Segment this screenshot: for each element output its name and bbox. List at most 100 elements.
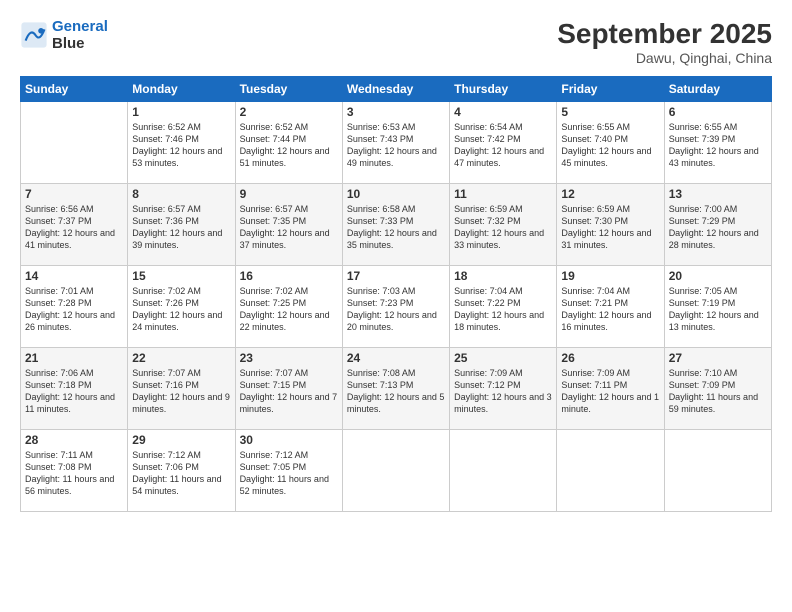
cell-info: Sunrise: 6:55 AMSunset: 7:39 PMDaylight:… xyxy=(669,121,767,170)
cell-info: Sunrise: 7:09 AMSunset: 7:12 PMDaylight:… xyxy=(454,367,552,416)
header: General Blue September 2025 Dawu, Qingha… xyxy=(20,18,772,66)
calendar-cell: 25 Sunrise: 7:09 AMSunset: 7:12 PMDaylig… xyxy=(450,348,557,430)
cell-info: Sunrise: 7:09 AMSunset: 7:11 PMDaylight:… xyxy=(561,367,659,416)
cell-info: Sunrise: 7:12 AMSunset: 7:06 PMDaylight:… xyxy=(132,449,230,498)
calendar-cell: 18 Sunrise: 7:04 AMSunset: 7:22 PMDaylig… xyxy=(450,266,557,348)
day-number: 17 xyxy=(347,269,445,283)
cell-info: Sunrise: 7:12 AMSunset: 7:05 PMDaylight:… xyxy=(240,449,338,498)
calendar-cell: 22 Sunrise: 7:07 AMSunset: 7:16 PMDaylig… xyxy=(128,348,235,430)
cell-info: Sunrise: 7:02 AMSunset: 7:25 PMDaylight:… xyxy=(240,285,338,334)
cell-info: Sunrise: 6:55 AMSunset: 7:40 PMDaylight:… xyxy=(561,121,659,170)
day-number: 24 xyxy=(347,351,445,365)
calendar-cell: 7 Sunrise: 6:56 AMSunset: 7:37 PMDayligh… xyxy=(21,184,128,266)
day-number: 18 xyxy=(454,269,552,283)
calendar-cell: 1 Sunrise: 6:52 AMSunset: 7:46 PMDayligh… xyxy=(128,102,235,184)
week-row-2: 7 Sunrise: 6:56 AMSunset: 7:37 PMDayligh… xyxy=(21,184,772,266)
week-row-3: 14 Sunrise: 7:01 AMSunset: 7:28 PMDaylig… xyxy=(21,266,772,348)
day-header-wednesday: Wednesday xyxy=(342,77,449,102)
calendar-cell xyxy=(342,430,449,512)
cell-info: Sunrise: 7:04 AMSunset: 7:22 PMDaylight:… xyxy=(454,285,552,334)
calendar-cell: 19 Sunrise: 7:04 AMSunset: 7:21 PMDaylig… xyxy=(557,266,664,348)
cell-info: Sunrise: 6:52 AMSunset: 7:46 PMDaylight:… xyxy=(132,121,230,170)
cell-info: Sunrise: 6:53 AMSunset: 7:43 PMDaylight:… xyxy=(347,121,445,170)
day-number: 14 xyxy=(25,269,123,283)
week-row-4: 21 Sunrise: 7:06 AMSunset: 7:18 PMDaylig… xyxy=(21,348,772,430)
calendar-cell: 29 Sunrise: 7:12 AMSunset: 7:06 PMDaylig… xyxy=(128,430,235,512)
calendar-cell: 10 Sunrise: 6:58 AMSunset: 7:33 PMDaylig… xyxy=(342,184,449,266)
cell-info: Sunrise: 7:03 AMSunset: 7:23 PMDaylight:… xyxy=(347,285,445,334)
cell-info: Sunrise: 7:07 AMSunset: 7:16 PMDaylight:… xyxy=(132,367,230,416)
calendar-cell: 26 Sunrise: 7:09 AMSunset: 7:11 PMDaylig… xyxy=(557,348,664,430)
day-number: 6 xyxy=(669,105,767,119)
day-header-monday: Monday xyxy=(128,77,235,102)
day-number: 2 xyxy=(240,105,338,119)
calendar-cell: 17 Sunrise: 7:03 AMSunset: 7:23 PMDaylig… xyxy=(342,266,449,348)
cell-info: Sunrise: 7:08 AMSunset: 7:13 PMDaylight:… xyxy=(347,367,445,416)
day-number: 22 xyxy=(132,351,230,365)
calendar-cell: 14 Sunrise: 7:01 AMSunset: 7:28 PMDaylig… xyxy=(21,266,128,348)
day-number: 8 xyxy=(132,187,230,201)
day-number: 5 xyxy=(561,105,659,119)
cell-info: Sunrise: 7:07 AMSunset: 7:15 PMDaylight:… xyxy=(240,367,338,416)
calendar-cell: 28 Sunrise: 7:11 AMSunset: 7:08 PMDaylig… xyxy=(21,430,128,512)
logo-text: General Blue xyxy=(52,18,108,52)
calendar-cell: 11 Sunrise: 6:59 AMSunset: 7:32 PMDaylig… xyxy=(450,184,557,266)
day-header-sunday: Sunday xyxy=(21,77,128,102)
cell-info: Sunrise: 6:56 AMSunset: 7:37 PMDaylight:… xyxy=(25,203,123,252)
calendar-cell: 12 Sunrise: 6:59 AMSunset: 7:30 PMDaylig… xyxy=(557,184,664,266)
day-number: 30 xyxy=(240,433,338,447)
day-number: 13 xyxy=(669,187,767,201)
calendar-cell: 4 Sunrise: 6:54 AMSunset: 7:42 PMDayligh… xyxy=(450,102,557,184)
day-number: 21 xyxy=(25,351,123,365)
calendar-cell: 27 Sunrise: 7:10 AMSunset: 7:09 PMDaylig… xyxy=(664,348,771,430)
week-row-5: 28 Sunrise: 7:11 AMSunset: 7:08 PMDaylig… xyxy=(21,430,772,512)
calendar-cell: 9 Sunrise: 6:57 AMSunset: 7:35 PMDayligh… xyxy=(235,184,342,266)
calendar-cell: 13 Sunrise: 7:00 AMSunset: 7:29 PMDaylig… xyxy=(664,184,771,266)
calendar-cell: 30 Sunrise: 7:12 AMSunset: 7:05 PMDaylig… xyxy=(235,430,342,512)
calendar-cell: 15 Sunrise: 7:02 AMSunset: 7:26 PMDaylig… xyxy=(128,266,235,348)
day-header-thursday: Thursday xyxy=(450,77,557,102)
day-header-tuesday: Tuesday xyxy=(235,77,342,102)
cell-info: Sunrise: 7:05 AMSunset: 7:19 PMDaylight:… xyxy=(669,285,767,334)
calendar-cell: 3 Sunrise: 6:53 AMSunset: 7:43 PMDayligh… xyxy=(342,102,449,184)
cell-info: Sunrise: 7:06 AMSunset: 7:18 PMDaylight:… xyxy=(25,367,123,416)
cell-info: Sunrise: 7:01 AMSunset: 7:28 PMDaylight:… xyxy=(25,285,123,334)
day-number: 7 xyxy=(25,187,123,201)
week-row-1: 1 Sunrise: 6:52 AMSunset: 7:46 PMDayligh… xyxy=(21,102,772,184)
calendar-cell: 23 Sunrise: 7:07 AMSunset: 7:15 PMDaylig… xyxy=(235,348,342,430)
cell-info: Sunrise: 6:59 AMSunset: 7:32 PMDaylight:… xyxy=(454,203,552,252)
calendar-cell: 21 Sunrise: 7:06 AMSunset: 7:18 PMDaylig… xyxy=(21,348,128,430)
day-number: 28 xyxy=(25,433,123,447)
day-header-friday: Friday xyxy=(557,77,664,102)
calendar-cell: 2 Sunrise: 6:52 AMSunset: 7:44 PMDayligh… xyxy=(235,102,342,184)
calendar-cell xyxy=(557,430,664,512)
logo-icon xyxy=(20,21,48,49)
cell-info: Sunrise: 6:59 AMSunset: 7:30 PMDaylight:… xyxy=(561,203,659,252)
calendar-cell xyxy=(450,430,557,512)
calendar-cell: 5 Sunrise: 6:55 AMSunset: 7:40 PMDayligh… xyxy=(557,102,664,184)
calendar-cell: 6 Sunrise: 6:55 AMSunset: 7:39 PMDayligh… xyxy=(664,102,771,184)
day-number: 9 xyxy=(240,187,338,201)
calendar-cell: 24 Sunrise: 7:08 AMSunset: 7:13 PMDaylig… xyxy=(342,348,449,430)
cell-info: Sunrise: 6:54 AMSunset: 7:42 PMDaylight:… xyxy=(454,121,552,170)
day-number: 27 xyxy=(669,351,767,365)
cell-info: Sunrise: 6:57 AMSunset: 7:35 PMDaylight:… xyxy=(240,203,338,252)
calendar-body: 1 Sunrise: 6:52 AMSunset: 7:46 PMDayligh… xyxy=(21,102,772,512)
page: General Blue September 2025 Dawu, Qingha… xyxy=(0,0,792,612)
day-number: 25 xyxy=(454,351,552,365)
calendar-table: SundayMondayTuesdayWednesdayThursdayFrid… xyxy=(20,76,772,512)
day-number: 23 xyxy=(240,351,338,365)
day-header-saturday: Saturday xyxy=(664,77,771,102)
cell-info: Sunrise: 7:10 AMSunset: 7:09 PMDaylight:… xyxy=(669,367,767,416)
calendar-cell: 20 Sunrise: 7:05 AMSunset: 7:19 PMDaylig… xyxy=(664,266,771,348)
day-number: 15 xyxy=(132,269,230,283)
cell-info: Sunrise: 7:02 AMSunset: 7:26 PMDaylight:… xyxy=(132,285,230,334)
day-number: 20 xyxy=(669,269,767,283)
cell-info: Sunrise: 7:00 AMSunset: 7:29 PMDaylight:… xyxy=(669,203,767,252)
calendar-cell: 16 Sunrise: 7:02 AMSunset: 7:25 PMDaylig… xyxy=(235,266,342,348)
day-number: 4 xyxy=(454,105,552,119)
calendar-cell: 8 Sunrise: 6:57 AMSunset: 7:36 PMDayligh… xyxy=(128,184,235,266)
cell-info: Sunrise: 7:11 AMSunset: 7:08 PMDaylight:… xyxy=(25,449,123,498)
month-title: September 2025 xyxy=(557,18,772,50)
day-number: 29 xyxy=(132,433,230,447)
